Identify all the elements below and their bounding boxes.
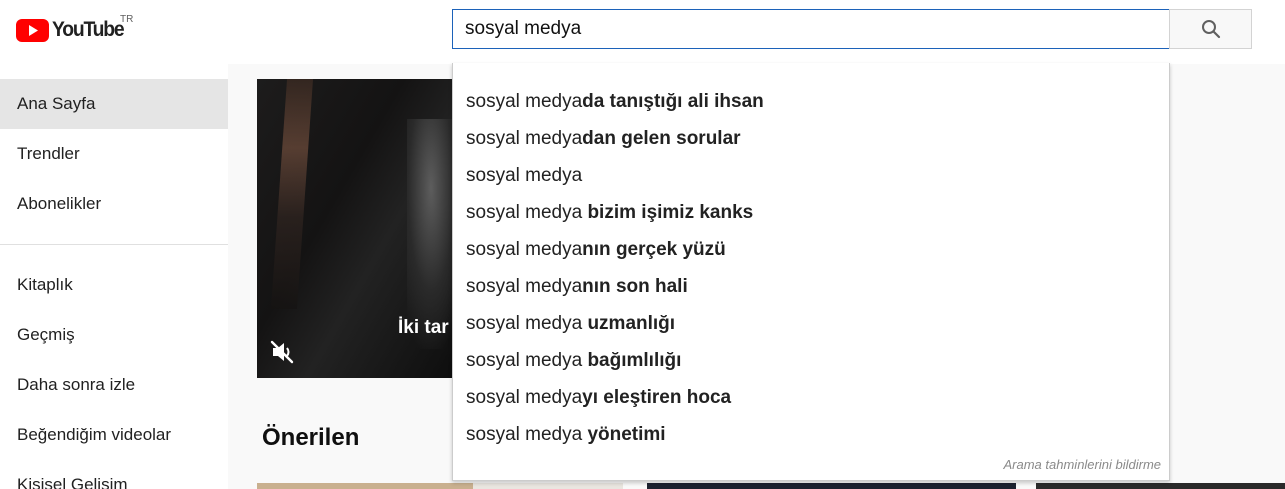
sidebar-item-subscriptions[interactable]: Abonelikler xyxy=(0,179,228,229)
suggestion-item[interactable]: sosyal medya bağımlılığı xyxy=(453,342,1169,379)
sidebar-item-home[interactable]: Ana Sayfa xyxy=(0,79,228,129)
youtube-play-icon xyxy=(16,18,49,42)
sidebar-item-watch-later[interactable]: Daha sonra izle xyxy=(0,360,228,410)
suggestion-item[interactable]: sosyal medya xyxy=(453,157,1169,194)
suggestion-item[interactable]: sosyal medya bizim işimiz kanks xyxy=(453,194,1169,231)
suggestion-query: sosyal medya xyxy=(466,201,588,223)
sidebar-item-liked-videos[interactable]: Beğendiğim videolar xyxy=(0,410,228,460)
suggestion-item[interactable]: sosyal medya nın son hali xyxy=(453,268,1169,305)
section-title-recommended: Önerilen xyxy=(262,424,360,451)
sidebar-item-label: Abonelikler xyxy=(17,194,102,213)
video-thumbnail[interactable] xyxy=(647,483,1016,489)
suggestion-query: sosyal medya xyxy=(466,164,583,186)
suggestion-item[interactable]: sosyal medya da tanıştığı ali ihsan xyxy=(453,83,1169,120)
suggestion-item[interactable]: sosyal medya nın gerçek yüzü xyxy=(453,231,1169,268)
suggestion-completion: bizim işimiz kanks xyxy=(587,201,754,223)
sidebar-item-library[interactable]: Kitaplık xyxy=(0,260,228,310)
suggestion-query: sosyal medya xyxy=(466,386,583,408)
search-icon xyxy=(1201,20,1220,39)
video-thumbnail[interactable] xyxy=(257,483,473,489)
suggestion-query: sosyal medya xyxy=(466,312,588,334)
sidebar-item-label: Ana Sayfa xyxy=(17,94,96,113)
search-suggestions-dropdown: sosyal medya da tanıştığı ali ihsan sosya… xyxy=(452,63,1170,481)
video-frame-figure xyxy=(407,119,453,349)
suggestion-completion: bağımlılığı xyxy=(587,349,682,371)
sidebar-item-label: Geçmiş xyxy=(17,325,75,344)
report-predictions-link[interactable]: Arama tahminlerini bildirme xyxy=(1004,457,1162,472)
suggestion-completion: da tanıştığı ali ihsan xyxy=(582,90,764,112)
masthead: YouTube TR xyxy=(0,0,1285,64)
suggestion-completion: nın son hali xyxy=(582,275,688,297)
suggestion-item[interactable]: sosyal medya dan gelen sorular xyxy=(453,120,1169,157)
search-button[interactable] xyxy=(1169,9,1252,49)
suggestion-query: sosyal medya xyxy=(466,90,583,112)
suggestion-item[interactable]: sosyal medya yı eleştiren hoca xyxy=(453,379,1169,416)
suggestion-query: sosyal medya xyxy=(466,423,588,445)
logo-wordmark: YouTube xyxy=(52,18,125,41)
video-frame-detail xyxy=(270,79,314,309)
sidebar-item-label: Daha sonra izle xyxy=(17,375,136,394)
sidebar-item-label: Kişisel Gelişim xyxy=(17,475,128,489)
suggestion-query: sosyal medya xyxy=(466,127,583,149)
suggestion-completion: uzmanlığı xyxy=(587,312,676,334)
suggestion-query: sosyal medya xyxy=(466,275,583,297)
suggestion-completion: dan gelen sorular xyxy=(582,127,741,149)
muted-speaker-icon[interactable] xyxy=(269,339,295,365)
video-player[interactable]: İki tar xyxy=(257,79,453,378)
suggestion-completion: yı eleştiren hoca xyxy=(582,386,732,408)
search-box[interactable] xyxy=(452,9,1170,49)
suggestion-completion: nın gerçek yüzü xyxy=(582,238,726,260)
video-caption: İki tar xyxy=(398,317,449,338)
sidebar-item-label: Beğendiğim videolar xyxy=(17,425,172,444)
sidebar: Ana Sayfa Trendler Abonelikler Kitaplık … xyxy=(0,64,228,489)
suggestion-query: sosyal medya xyxy=(466,349,588,371)
video-thumbnail[interactable] xyxy=(473,483,623,489)
suggestion-item[interactable]: sosyal medya yönetimi xyxy=(453,416,1169,453)
suggestion-completion: yönetimi xyxy=(587,423,666,445)
region-code: TR xyxy=(120,14,134,25)
suggestion-query: sosyal medya xyxy=(466,238,583,260)
sidebar-item-history[interactable]: Geçmiş xyxy=(0,310,228,360)
sidebar-item-trending[interactable]: Trendler xyxy=(0,129,228,179)
sidebar-item-label: Kitaplık xyxy=(17,275,73,294)
sidebar-divider xyxy=(0,244,228,245)
video-thumbnail[interactable] xyxy=(1036,483,1285,489)
sidebar-item-label: Trendler xyxy=(17,144,80,163)
sidebar-item-playlist[interactable]: Kişisel Gelişim xyxy=(0,460,228,489)
search-input[interactable] xyxy=(453,10,1169,48)
youtube-logo[interactable]: YouTube TR xyxy=(16,14,133,42)
suggestion-item[interactable]: sosyal medya uzmanlığı xyxy=(453,305,1169,342)
